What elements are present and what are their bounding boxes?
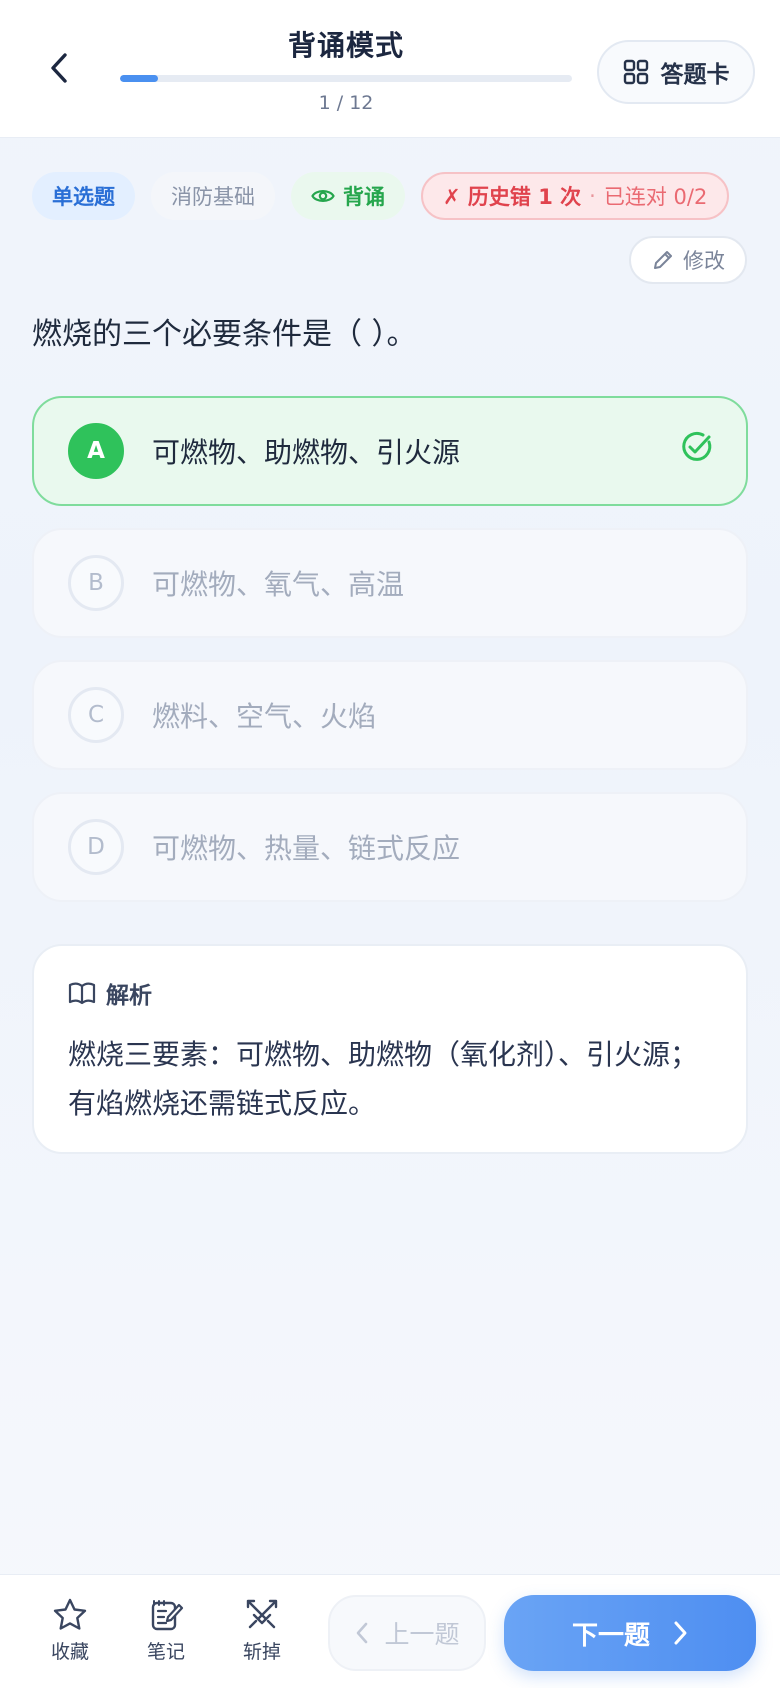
category-badge: 消防基础 xyxy=(151,172,275,220)
option-text: 燃料、空气、火焰 xyxy=(152,700,377,733)
question-type-badge: 单选题 xyxy=(32,172,135,220)
remove-button[interactable]: 斩掉 xyxy=(226,1597,298,1664)
analysis-title: 解析 xyxy=(106,983,152,1009)
book-icon xyxy=(68,982,96,1005)
eye-icon xyxy=(311,190,335,202)
option-c[interactable]: C 燃料、空气、火焰 xyxy=(32,660,748,770)
chevron-right-icon xyxy=(674,1621,687,1645)
option-b[interactable]: B 可燃物、氧气、高温 xyxy=(32,528,748,638)
option-text: 可燃物、氧气、高温 xyxy=(152,568,405,601)
option-letter: B xyxy=(68,555,124,611)
previous-question-label: 上一题 xyxy=(384,1620,460,1649)
question-tags: 单选题 消防基础 背诵 ✗ 历史错 1 次 · 已连对 0/2 xyxy=(32,172,730,220)
note-button[interactable]: 笔记 xyxy=(130,1597,202,1664)
check-circle-icon xyxy=(682,431,712,461)
previous-question-button[interactable]: 上一题 xyxy=(328,1595,486,1671)
analysis-text: 燃烧三要素：可燃物、助燃物（氧化剂）、引火源；有焰燃烧还需链式反应。 xyxy=(68,1038,699,1120)
history-badge: ✗ 历史错 1 次 · 已连对 0/2 xyxy=(421,172,730,220)
mode-badge-label: 背诵 xyxy=(343,185,385,209)
bottom-toolbar: 收藏 笔记 斩掉 上一题 下一题 xyxy=(0,1574,780,1688)
crossed-swords-icon xyxy=(246,1599,278,1629)
option-letter: A xyxy=(68,423,124,479)
edit-button-label: 修改 xyxy=(683,249,725,273)
note-label: 笔记 xyxy=(146,1641,185,1663)
answer-card-label: 答题卡 xyxy=(660,62,730,88)
option-text: 可燃物、助燃物、引火源 xyxy=(152,436,461,469)
history-wrong-count: ✗ 历史错 1 次 xyxy=(443,185,582,209)
option-letter: D xyxy=(68,819,124,875)
option-d[interactable]: D 可燃物、热量、链式反应 xyxy=(32,792,748,902)
star-icon xyxy=(53,1598,87,1630)
next-question-button[interactable]: 下一题 xyxy=(504,1595,756,1671)
progress-bar-fill xyxy=(120,75,158,82)
question-text: 燃烧的三个必要条件是（ ）。 xyxy=(32,317,417,352)
progress-counter: 1 / 12 xyxy=(318,92,374,114)
favorite-button[interactable]: 收藏 xyxy=(34,1597,106,1664)
mode-badge: 背诵 xyxy=(291,172,405,220)
favorite-label: 收藏 xyxy=(50,1641,89,1663)
option-text: 可燃物、热量、链式反应 xyxy=(152,832,461,865)
chevron-left-icon xyxy=(357,1622,368,1644)
grid-icon xyxy=(623,59,648,85)
answer-card-button[interactable]: 答题卡 xyxy=(597,40,755,104)
history-separator: · xyxy=(589,184,596,208)
page-title: 背诵模式 xyxy=(287,29,404,62)
analysis-header: 解析 xyxy=(68,976,712,1010)
progress-bar xyxy=(120,75,572,82)
edit-button[interactable]: 修改 xyxy=(629,236,747,284)
option-letter: C xyxy=(68,687,124,743)
analysis-card: 解析 燃烧三要素：可燃物、助燃物（氧化剂）、引火源；有焰燃烧还需链式反应。 xyxy=(32,944,748,1154)
option-a[interactable]: A 可燃物、助燃物、引火源 xyxy=(32,396,748,506)
history-streak: 已连对 0/2 xyxy=(603,185,708,209)
remove-label: 斩掉 xyxy=(242,1641,281,1663)
note-edit-icon xyxy=(151,1600,184,1631)
pencil-icon xyxy=(654,251,672,269)
next-question-label: 下一题 xyxy=(571,1620,650,1651)
top-header: 背诵模式 1 / 12 答题卡 xyxy=(0,0,780,138)
